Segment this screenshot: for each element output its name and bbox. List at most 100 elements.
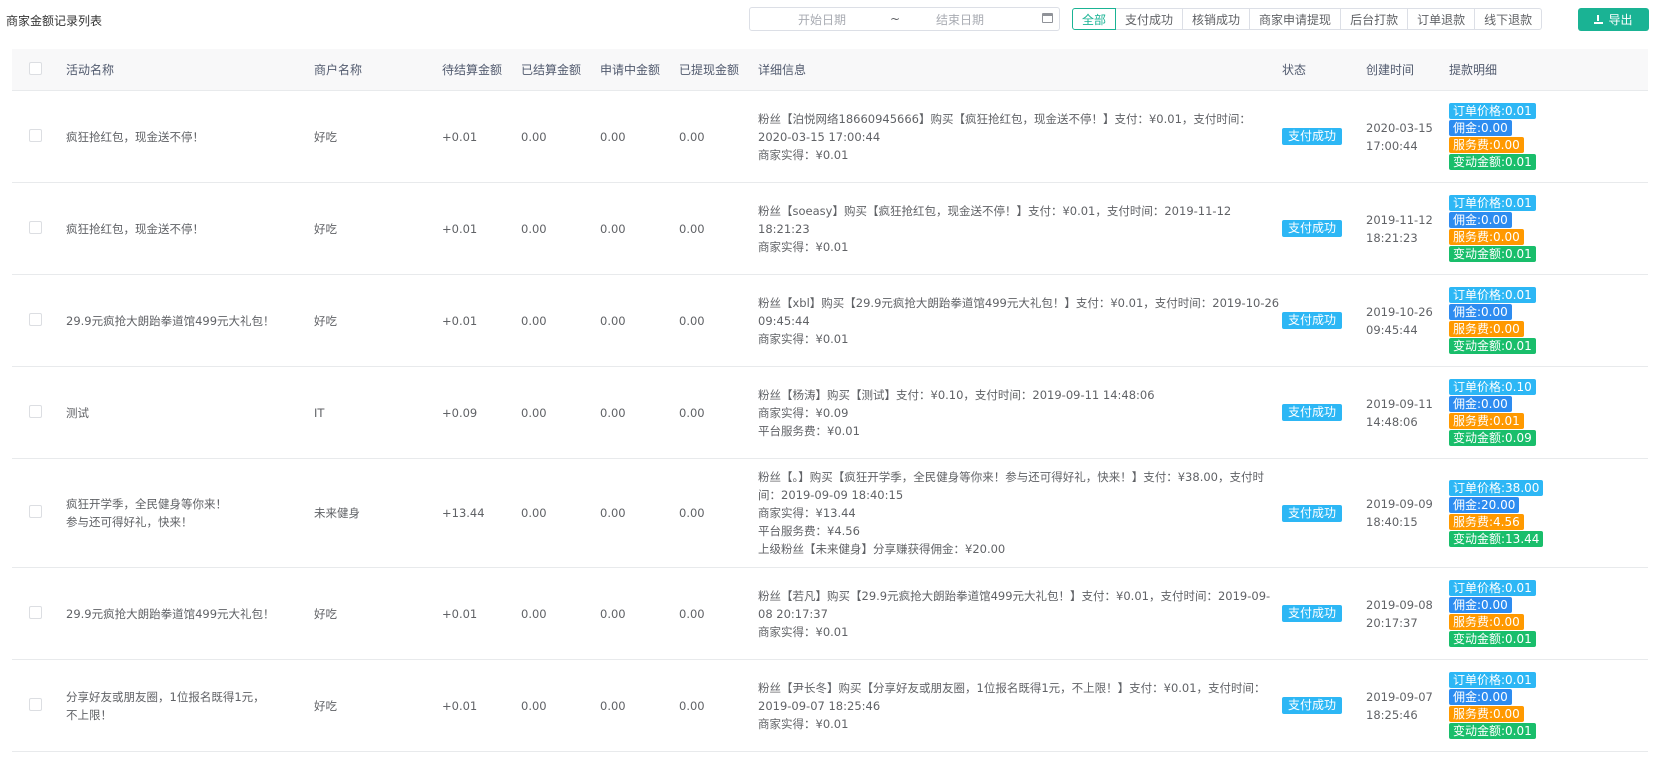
applying-cell: 0.00 <box>600 659 679 752</box>
status-cell: 支付成功 <box>1282 659 1366 752</box>
status-filter-group: 全部 支付成功 核销成功 商家申请提现 后台打款 订单退款 线下退款 <box>1072 8 1543 30</box>
end-date-input[interactable]: 结束日期 <box>936 11 984 28</box>
start-date-input[interactable]: 开始日期 <box>798 11 846 28</box>
commission-tag: 佣金:20.00 <box>1449 496 1520 513</box>
change-amount-tag: 变动金额:13.44 <box>1449 530 1544 547</box>
created-time: 2019-09-07 <box>1366 689 1433 704</box>
pending-cell: +0.01 <box>442 90 521 183</box>
status-badge: 支付成功 <box>1282 220 1343 237</box>
activity-name: 参与还可得好礼，快来！ <box>66 515 193 529</box>
row-checkbox[interactable] <box>29 312 42 326</box>
detail-line: 商家实得：¥0.01 <box>758 331 849 346</box>
withdrawn-cell: 0.00 <box>679 567 758 660</box>
row-select-cell <box>12 366 66 459</box>
created-time-cell: 2019-09-07 18:25:46 <box>1366 659 1449 752</box>
applying-cell: 0.00 <box>600 182 679 275</box>
commission-tag: 佣金:0.00 <box>1449 304 1512 320</box>
settled-cell: 0.00 <box>521 458 600 568</box>
table-row: 测试 IT +0.09 0.00 0.00 0.00 粉丝【杨涛】购买【测试】支付：¥0.1… <box>12 366 1648 459</box>
settled-value: 0.00 <box>521 698 547 713</box>
merchant-value: 好吃 <box>314 698 337 713</box>
column-header: 状态 <box>1282 49 1366 91</box>
activity-name-cell: 29.9元疯抢大朗跆拳道馆499元大礼包！ <box>66 567 314 660</box>
withdraw-detail-cell: 订单价格:0.01 佣金:0.00 服务费:0.00 变动金额:0.01 <box>1449 274 1648 367</box>
change-amount-tag: 变动金额:0.01 <box>1449 631 1536 647</box>
pending-value: +13.44 <box>442 506 485 520</box>
select-all-checkbox[interactable] <box>29 61 42 75</box>
merchant-cell: 好吃 <box>314 567 442 660</box>
export-button[interactable]: 导出 <box>1578 8 1649 31</box>
table-row: 29.9元疯抢大朗跆拳道馆499元大礼包！ 好吃 +0.01 0.00 0.00 0.00… <box>12 567 1648 660</box>
service-fee-tag: 服务费:0.00 <box>1449 321 1524 337</box>
detail-cell: 粉丝【。】购买【疯狂开学季，全民健身等你来！参与还可得好礼，快来！】支付：¥38… <box>758 458 1282 568</box>
filter-tab[interactable]: 后台打款 <box>1340 8 1409 30</box>
withdraw-tags: 订单价格:0.01 佣金:0.00 服务费:0.00 变动金额:0.01 <box>1449 580 1648 647</box>
service-fee-tag: 服务费:0.00 <box>1449 137 1524 153</box>
order-price-tag: 订单价格:0.01 <box>1449 580 1536 596</box>
activity-name-cell: 测试 <box>66 366 314 459</box>
merchant-cell: 好吃 <box>314 90 442 183</box>
commission-tag: 佣金:0.00 <box>1449 597 1512 613</box>
filter-tab[interactable]: 核销成功 <box>1182 8 1251 30</box>
withdrawn-cell: 0.00 <box>679 458 758 568</box>
created-time-cell: 2019-10-26 09:45:44 <box>1366 274 1449 367</box>
applying-value: 0.00 <box>600 506 626 520</box>
settled-cell: 0.00 <box>521 90 600 183</box>
withdrawn-cell: 0.00 <box>679 659 758 752</box>
withdraw-tags: 订单价格:38.00 佣金:20.00 服务费:4.56 变动金额:13.44 <box>1449 479 1648 547</box>
withdrawn-cell: 0.00 <box>679 366 758 459</box>
detail-cell: 粉丝【杨涛】购买【测试】支付：¥0.10，支付时间：2019-09-11 14:… <box>758 366 1282 459</box>
settled-value: 0.00 <box>521 506 547 520</box>
merchant-cell: 未来健身 <box>314 458 442 568</box>
created-time: 2020-03-15 <box>1366 120 1433 135</box>
row-checkbox[interactable] <box>29 220 42 234</box>
calendar-icon[interactable] <box>1042 13 1053 23</box>
withdrawn-value: 0.00 <box>679 313 705 328</box>
export-label: 导出 <box>1608 13 1633 27</box>
filter-tab[interactable]: 全部 <box>1072 8 1117 30</box>
column-header: 商户名称 <box>314 49 442 91</box>
status-cell: 支付成功 <box>1282 458 1366 568</box>
activity-name-cell: 分享好友或朋友圈，1位报名既得1元， 不上限！ <box>66 659 314 752</box>
pending-cell: +13.44 <box>442 458 521 568</box>
filter-tab[interactable]: 商家申请提现 <box>1249 8 1342 30</box>
withdrawn-value: 0.00 <box>679 606 705 621</box>
activity-name-cell: 疯狂抢红包，现金送不停！ <box>66 182 314 275</box>
row-select-cell <box>12 659 66 752</box>
created-time: 17:00:44 <box>1366 138 1418 153</box>
row-checkbox[interactable] <box>29 128 42 142</box>
filter-tab[interactable]: 订单退款 <box>1407 8 1476 30</box>
row-checkbox[interactable] <box>29 505 42 518</box>
created-time: 2019-09-11 <box>1366 396 1433 411</box>
settled-value: 0.00 <box>521 313 547 328</box>
date-range-picker[interactable]: 开始日期 ~ 结束日期 <box>749 7 1060 31</box>
detail-line: 平台服务费：¥4.56 <box>758 524 860 538</box>
withdraw-detail-cell: 订单价格:0.01 佣金:0.00 服务费:0.00 变动金额:0.01 <box>1449 567 1648 660</box>
detail-line: 粉丝【若凡】购买【29.9元疯抢大朗跆拳道馆499元大礼包！】支付：¥0.01，… <box>758 588 1271 621</box>
applying-cell: 0.00 <box>600 366 679 459</box>
detail-line: 商家实得：¥0.01 <box>758 624 849 639</box>
row-select-cell <box>12 567 66 660</box>
merchant-cell: IT <box>314 366 442 459</box>
row-checkbox[interactable] <box>29 697 42 711</box>
created-time-cell: 2019-09-11 14:48:06 <box>1366 366 1449 459</box>
service-fee-tag: 服务费:0.00 <box>1449 229 1524 245</box>
detail-line: 商家实得：¥0.01 <box>758 147 849 162</box>
created-time: 2019-10-26 <box>1366 304 1433 319</box>
date-separator: ~ <box>890 12 901 26</box>
pending-cell: +0.09 <box>442 366 521 459</box>
withdrawn-value: 0.00 <box>679 698 705 713</box>
status-badge: 支付成功 <box>1282 404 1343 421</box>
created-time: 18:40:15 <box>1366 515 1418 529</box>
filter-tab[interactable]: 支付成功 <box>1115 8 1184 30</box>
table-header-row: 活动名称 商户名称 待结算金额 已结算金额 申请中金额 已提现金额 详细信息 状态 创建时间 提款… <box>12 49 1648 91</box>
row-checkbox[interactable] <box>29 404 42 418</box>
order-price-tag: 订单价格:0.01 <box>1449 195 1536 211</box>
filter-tab[interactable]: 线下退款 <box>1474 8 1543 30</box>
created-time-cell: 2019-11-12 18:21:23 <box>1366 182 1449 275</box>
row-checkbox[interactable] <box>29 605 42 619</box>
status-cell: 支付成功 <box>1282 182 1366 275</box>
applying-value: 0.00 <box>600 405 626 420</box>
settled-cell: 0.00 <box>521 366 600 459</box>
withdraw-tags: 订单价格:0.01 佣金:0.00 服务费:0.00 变动金额:0.01 <box>1449 103 1648 170</box>
